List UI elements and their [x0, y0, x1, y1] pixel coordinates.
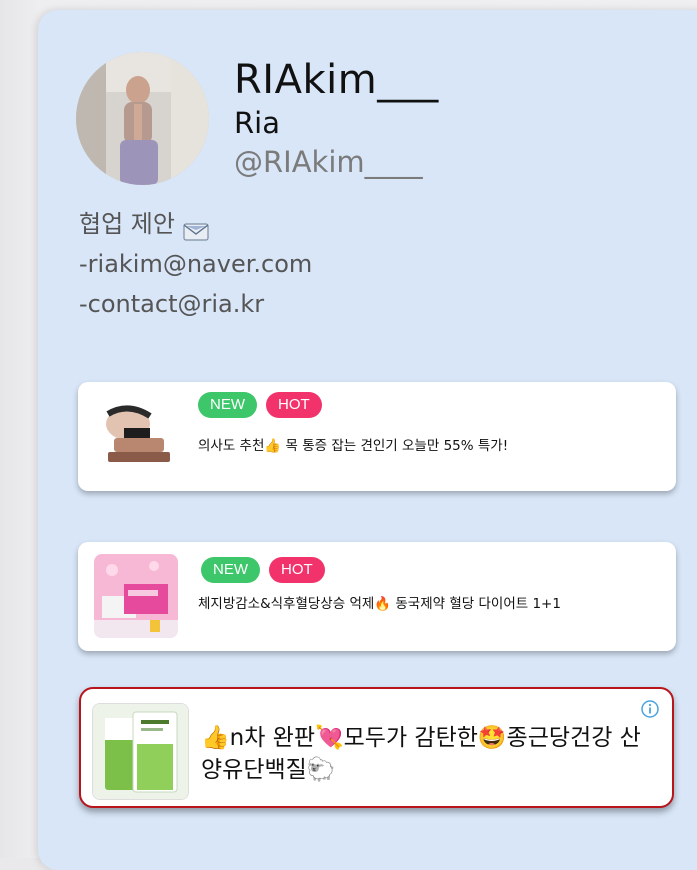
bio-line-email1[interactable]: -riakim@naver.com [79, 244, 312, 284]
badge-hot: HOT [269, 557, 325, 583]
ad-card[interactable]: NEW HOT 의사도 추천👍 목 통증 잡는 견인기 오늘만 55% 특가! [78, 382, 676, 491]
badge-new: NEW [201, 557, 260, 583]
ad-text: 체지방감소&식후혈당상승 억제🔥 동국제약 혈당 다이어트 1+1 [198, 596, 561, 612]
avatar-photo [76, 52, 209, 185]
ad-text: 👍n차 완판💘모두가 감탄한🤩종근당건강 산양유단백질🐑 [201, 725, 641, 783]
username: RIAkim___ [234, 57, 439, 103]
ad-badges: NEW HOT [201, 557, 325, 583]
info-icon[interactable] [640, 699, 660, 719]
ad-thumbnail [94, 554, 178, 638]
handle[interactable]: @RIAkim____ [234, 143, 423, 181]
ad-text: 의사도 추천👍 목 통증 잡는 견인기 오늘만 55% 특가! [198, 438, 509, 454]
bio-line-email2[interactable]: -contact@ria.kr [79, 284, 312, 324]
avatar[interactable] [76, 52, 209, 185]
badge-hot: HOT [266, 392, 322, 418]
ad-badges: NEW HOT [198, 392, 322, 418]
bio: 협업 제안 -riakim@naver.com -contact@ria.kr [79, 204, 312, 324]
ad-card-highlighted[interactable]: 👍n차 완판💘모두가 감탄한🤩종근당건강 산양유단백질🐑 [79, 687, 674, 808]
bio-line-collab: 협업 제안 [79, 204, 312, 244]
envelope-icon [183, 214, 209, 241]
ad-thumbnail [92, 703, 189, 800]
badge-new: NEW [198, 392, 257, 418]
ad-card[interactable]: NEW HOT 체지방감소&식후혈당상승 억제🔥 동국제약 혈당 다이어트 1+… [78, 542, 676, 651]
bio-collab-text: 협업 제안 [79, 210, 175, 238]
ad-thumbnail [94, 394, 178, 478]
display-name: Ria [234, 106, 280, 140]
